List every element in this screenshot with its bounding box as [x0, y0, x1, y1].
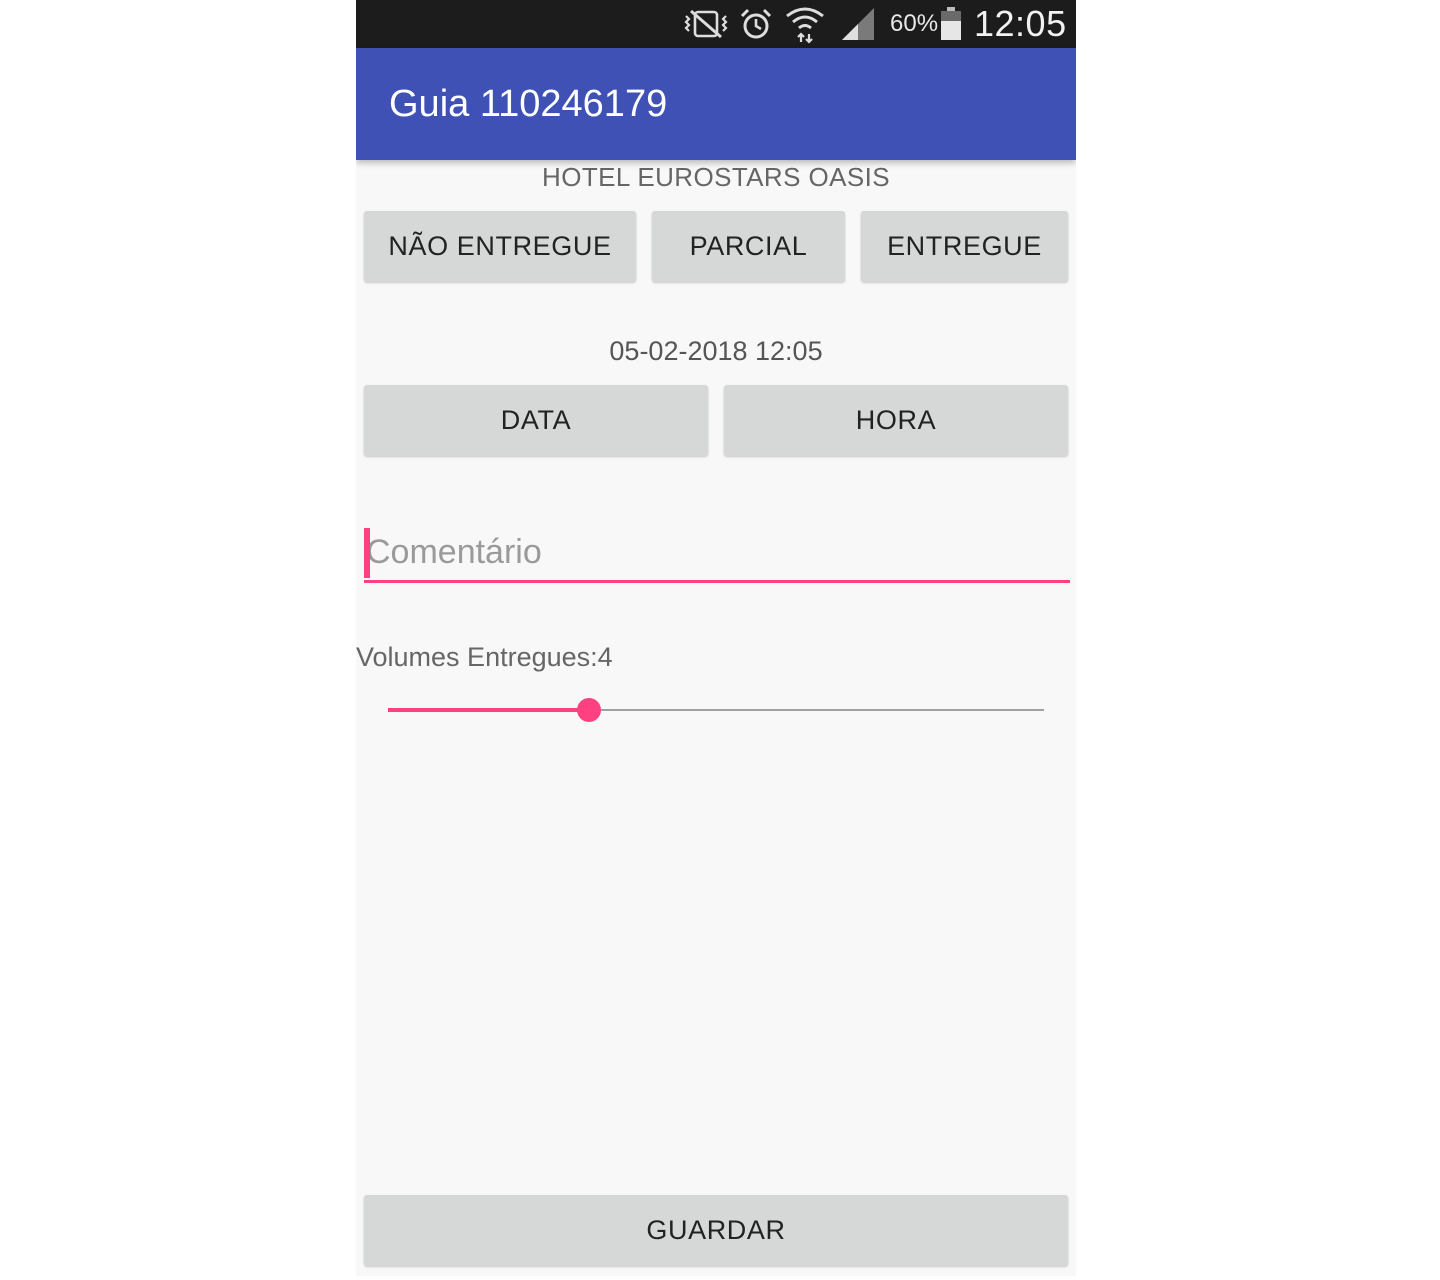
slider-thumb[interactable]	[577, 698, 601, 722]
volumes-label: Volumes Entregues:4	[356, 642, 613, 672]
not-delivered-button[interactable]: NÃO ENTREGUE	[364, 211, 636, 282]
save-button[interactable]: GUARDAR	[364, 1195, 1068, 1266]
slider-fill	[388, 708, 589, 712]
comment-field	[364, 524, 1070, 586]
battery-icon	[940, 0, 962, 48]
volumes-slider[interactable]	[388, 690, 1044, 730]
date-button[interactable]: DATA	[364, 385, 708, 456]
time-button[interactable]: HORA	[724, 385, 1068, 456]
phone-screen: 60% 12:05 Guia 110246179 HOTEL EUROSTARS…	[356, 0, 1076, 1276]
status-clock: 12:05	[974, 3, 1067, 44]
delivered-button[interactable]: ENTREGUE	[861, 211, 1068, 282]
wifi-icon	[784, 0, 826, 48]
partial-button[interactable]: PARCIAL	[652, 211, 845, 282]
alarm-icon	[739, 0, 773, 48]
vibrate-icon	[682, 0, 730, 48]
text-cursor	[364, 528, 370, 578]
status-bar: 60% 12:05	[356, 0, 1076, 48]
app-bar: Guia 110246179	[356, 48, 1076, 160]
signal-icon	[840, 0, 876, 48]
hotel-name: HOTEL EUROSTARS OASIS	[542, 162, 890, 192]
selected-datetime: 05-02-2018 12:05	[609, 336, 823, 366]
app-title: Guia 110246179	[389, 83, 668, 125]
battery-percent: 60%	[890, 10, 939, 37]
comment-input[interactable]	[364, 524, 1070, 583]
